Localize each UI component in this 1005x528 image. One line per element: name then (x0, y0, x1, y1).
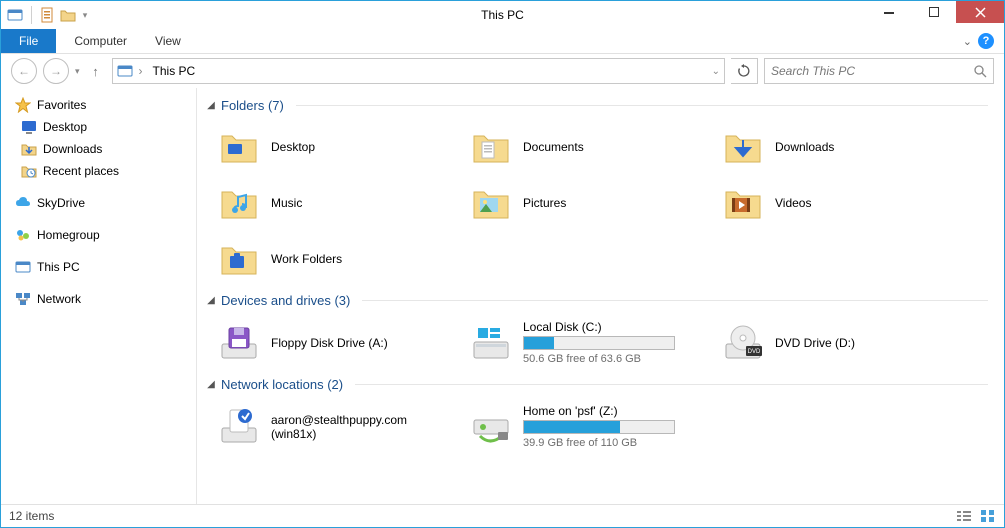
maximize-button[interactable] (911, 1, 956, 23)
ribbon: File Computer View ⌄ ? (1, 29, 1004, 54)
collapse-icon[interactable]: ◢ (205, 295, 217, 306)
drive-dvd[interactable]: DVD DVD Drive (D:) (709, 314, 961, 371)
folder-icon (217, 181, 261, 225)
file-explorer-window: ▾ This PC File Computer View ⌄ ? ← → ▾ ↑ (0, 0, 1005, 528)
sidebar-skydrive[interactable]: SkyDrive (1, 192, 196, 214)
sidebar-thispc[interactable]: This PC (1, 256, 196, 278)
folder-desktop[interactable]: Desktop (205, 119, 457, 175)
quick-access-toolbar: ▾ (1, 6, 90, 24)
folder-music[interactable]: Music (205, 175, 457, 231)
svg-text:DVD: DVD (748, 349, 761, 355)
collapse-icon[interactable]: ◢ (205, 379, 217, 390)
titlebar: ▾ This PC (1, 1, 1004, 29)
drives-grid: Floppy Disk Drive (A:) Local Disk (C:) 5… (205, 314, 1004, 371)
status-text: 12 items (9, 509, 54, 523)
network-drive-icon (469, 405, 513, 449)
address-bar[interactable]: › This PC ⌄ (112, 58, 725, 84)
folder-documents[interactable]: Documents (457, 119, 709, 175)
qat-dropdown-icon[interactable]: ▾ (80, 7, 90, 23)
recent-icon (21, 163, 37, 179)
ribbon-tab-computer[interactable]: Computer (60, 29, 141, 53)
capacity-bar (523, 336, 675, 350)
content-pane: ◢ Folders (7) Desktop Documents Do (197, 88, 1004, 504)
address-dropdown-icon[interactable]: ⌄ (712, 66, 720, 77)
chevron-right-icon[interactable]: › (139, 64, 143, 78)
group-header-drives[interactable]: ◢ Devices and drives (3) (205, 287, 1004, 314)
refresh-button[interactable] (731, 58, 758, 84)
group-header-folders[interactable]: ◢ Folders (7) (205, 92, 1004, 119)
folder-icon (721, 125, 765, 169)
pc-icon (15, 259, 31, 275)
downloads-icon (21, 141, 37, 157)
recent-locations-dropdown[interactable]: ▾ (75, 66, 80, 77)
breadcrumb[interactable]: This PC (149, 64, 200, 78)
network-grid: aaron@stealthpuppy.com (win81x) Home on … (205, 398, 1004, 455)
navigation-pane: Favorites Desktop Downloads Recent place… (1, 88, 197, 504)
folder-icon (721, 181, 765, 225)
window-buttons (866, 1, 1004, 23)
details-view-button[interactable] (956, 509, 972, 523)
floppy-drive-icon (217, 321, 261, 365)
sidebar-homegroup[interactable]: Homegroup (1, 224, 196, 246)
folder-icon (217, 237, 261, 281)
capacity-bar (523, 420, 675, 434)
window-icon[interactable] (7, 7, 23, 23)
collapse-icon[interactable]: ◢ (205, 100, 217, 111)
new-folder-icon[interactable] (60, 7, 76, 23)
search-placeholder: Search This PC (771, 64, 855, 78)
drive-local-c[interactable]: Local Disk (C:) 50.6 GB free of 63.6 GB (457, 314, 709, 371)
close-button[interactable] (956, 1, 1004, 23)
thumbnails-view-button[interactable] (980, 509, 996, 523)
up-button[interactable]: ↑ (86, 61, 106, 81)
window-title: This PC (1, 8, 1004, 22)
body: Favorites Desktop Downloads Recent place… (1, 88, 1004, 504)
folder-icon (469, 181, 513, 225)
properties-icon[interactable] (40, 7, 56, 23)
status-bar: 12 items (1, 504, 1004, 527)
search-box[interactable]: Search This PC (764, 58, 994, 84)
remoteapp-icon (217, 405, 261, 449)
folder-icon (217, 125, 261, 169)
hard-drive-icon (469, 321, 513, 365)
group-header-network[interactable]: ◢ Network locations (2) (205, 371, 1004, 398)
drive-floppy[interactable]: Floppy Disk Drive (A:) (205, 314, 457, 371)
ribbon-file-tab[interactable]: File (1, 29, 56, 53)
network-location-remoteapp[interactable]: aaron@stealthpuppy.com (win81x) (205, 398, 457, 455)
ribbon-tab-view[interactable]: View (141, 29, 195, 53)
sidebar-item-downloads[interactable]: Downloads (1, 138, 196, 160)
expand-ribbon-icon[interactable]: ⌄ (963, 35, 972, 48)
forward-button[interactable]: → (43, 58, 69, 84)
network-drive-z[interactable]: Home on 'psf' (Z:) 39.9 GB free of 110 G… (457, 398, 709, 455)
folder-videos[interactable]: Videos (709, 175, 961, 231)
sidebar-item-recent[interactable]: Recent places (1, 160, 196, 182)
minimize-button[interactable] (866, 1, 911, 23)
desktop-icon (21, 119, 37, 135)
folder-icon (469, 125, 513, 169)
back-button[interactable]: ← (11, 58, 37, 84)
dvd-drive-icon: DVD (721, 321, 765, 365)
homegroup-icon (15, 227, 31, 243)
folder-downloads[interactable]: Downloads (709, 119, 961, 175)
search-icon (973, 64, 987, 78)
folder-work[interactable]: Work Folders (205, 231, 457, 287)
folders-grid: Desktop Documents Downloads Music (205, 119, 1004, 287)
location-icon (117, 63, 133, 79)
help-icon[interactable]: ? (978, 33, 994, 49)
sidebar-favorites[interactable]: Favorites (1, 94, 196, 116)
sidebar-item-desktop[interactable]: Desktop (1, 116, 196, 138)
sidebar-network[interactable]: Network (1, 288, 196, 310)
cloud-icon (15, 195, 31, 211)
folder-pictures[interactable]: Pictures (457, 175, 709, 231)
star-icon (15, 97, 31, 113)
network-icon (15, 291, 31, 307)
navigation-bar: ← → ▾ ↑ › This PC ⌄ Search This PC (1, 54, 1004, 88)
